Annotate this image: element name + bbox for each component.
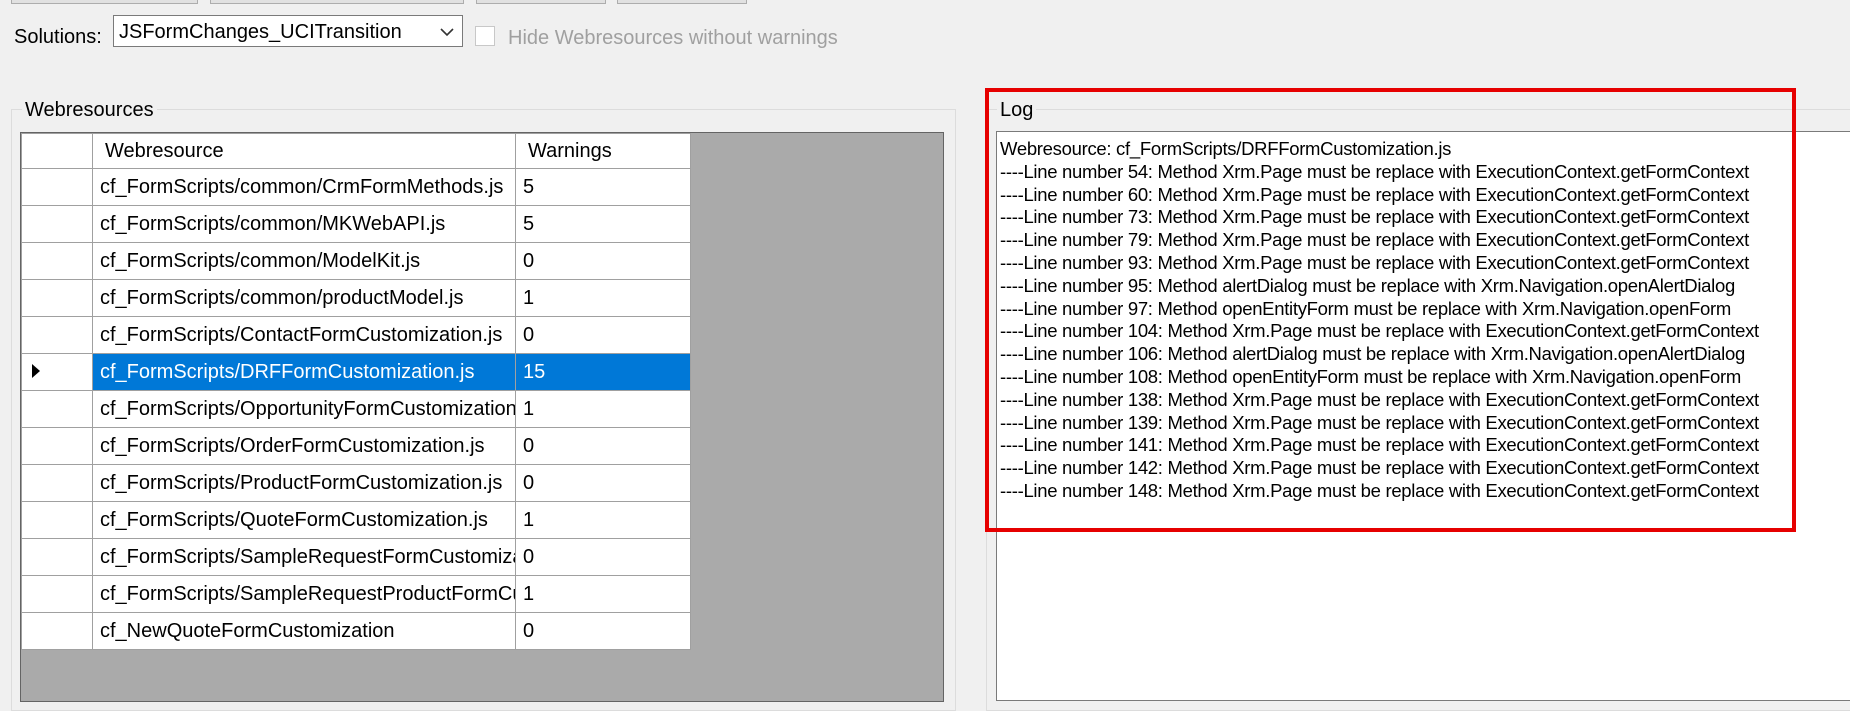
webresource-cell[interactable]: cf_FormScripts/common/MKWebAPI.js bbox=[92, 205, 516, 243]
log-line: ----Line number 60: Method Xrm.Page must… bbox=[1000, 183, 1749, 205]
table-row[interactable]: cf_FormScripts/common/productModel.js 1 bbox=[21, 279, 691, 317]
row-header[interactable] bbox=[21, 242, 93, 280]
log-line: Webresource: cf_FormScripts/DRFFormCusto… bbox=[1000, 138, 1452, 159]
row-header[interactable] bbox=[21, 464, 93, 502]
webresources-grid[interactable]: Webresource Warnings cf_FormScripts/comm… bbox=[20, 132, 944, 702]
row-header[interactable] bbox=[21, 205, 93, 243]
row-header[interactable] bbox=[21, 427, 93, 465]
column-header-webresource[interactable]: Webresource bbox=[92, 133, 516, 169]
log-line: ----Line number 138: Method Xrm.Page mus… bbox=[1000, 388, 1759, 410]
webresource-cell[interactable]: cf_FormScripts/common/CrmFormMethods.js bbox=[92, 168, 516, 206]
table-row[interactable]: cf_FormScripts/common/ModelKit.js 0 bbox=[21, 242, 691, 280]
toolbar-button-3[interactable] bbox=[476, 0, 606, 4]
row-header[interactable] bbox=[21, 390, 93, 428]
log-line: ----Line number 95: Method alertDialog m… bbox=[1000, 274, 1735, 296]
row-header[interactable] bbox=[21, 279, 93, 317]
hide-webresources-checkbox[interactable] bbox=[475, 26, 495, 46]
webresource-cell[interactable]: cf_FormScripts/SampleRequestProductFormC… bbox=[92, 575, 516, 613]
webresource-cell[interactable]: cf_NewQuoteFormCustomization bbox=[92, 612, 516, 650]
warnings-cell[interactable]: 0 bbox=[515, 242, 691, 280]
warnings-cell[interactable]: 1 bbox=[515, 390, 691, 428]
grid-corner-header bbox=[21, 133, 93, 169]
webresource-cell[interactable]: cf_FormScripts/ContactFormCustomization.… bbox=[92, 316, 516, 354]
table-row[interactable]: cf_FormScripts/common/MKWebAPI.js 5 bbox=[21, 205, 691, 243]
row-header[interactable] bbox=[21, 168, 93, 206]
chevron-down-icon bbox=[440, 28, 454, 37]
warnings-cell[interactable]: 0 bbox=[515, 427, 691, 465]
log-line: ----Line number 139: Method Xrm.Page mus… bbox=[1000, 411, 1759, 433]
log-line: ----Line number 141: Method Xrm.Page mus… bbox=[1000, 434, 1759, 456]
table-row[interactable]: cf_FormScripts/QuoteFormCustomization.js… bbox=[21, 501, 691, 539]
log-line: ----Line number 106: Method alertDialog … bbox=[1000, 343, 1745, 365]
warnings-cell[interactable]: 0 bbox=[515, 316, 691, 354]
solutions-label: Solutions: bbox=[14, 26, 102, 48]
warnings-cell[interactable]: 0 bbox=[515, 538, 691, 576]
warnings-cell[interactable]: 5 bbox=[515, 168, 691, 206]
hide-webresources-label: Hide Webresources without warnings bbox=[508, 27, 838, 49]
row-header[interactable] bbox=[21, 353, 93, 391]
row-header[interactable] bbox=[21, 612, 93, 650]
log-group-title: Log bbox=[997, 99, 1037, 121]
webresources-group-title: Webresources bbox=[22, 99, 157, 121]
warnings-cell[interactable]: 5 bbox=[515, 205, 691, 243]
toolbar-button-4[interactable] bbox=[617, 0, 747, 4]
webresource-cell[interactable]: cf_FormScripts/ProductFormCustomization.… bbox=[92, 464, 516, 502]
table-row[interactable]: cf_FormScripts/SampleRequestProductFormC… bbox=[21, 575, 691, 613]
warnings-cell[interactable]: 1 bbox=[515, 279, 691, 317]
table-row[interactable]: cf_FormScripts/DRFFormCustomization.js 15 bbox=[21, 353, 691, 391]
column-header-warnings[interactable]: Warnings bbox=[515, 133, 691, 169]
table-row[interactable]: cf_FormScripts/OrderFormCustomization.js… bbox=[21, 427, 691, 465]
table-row[interactable]: cf_FormScripts/ProductFormCustomization.… bbox=[21, 464, 691, 502]
log-line: ----Line number 93: Method Xrm.Page must… bbox=[1000, 251, 1749, 273]
table-row[interactable]: cf_FormScripts/OpportunityFormCustomizat… bbox=[21, 390, 691, 428]
solutions-dropdown[interactable]: JSFormChanges_UCITransition bbox=[113, 15, 463, 47]
log-line: ----Line number 148: Method Xrm.Page mus… bbox=[1000, 479, 1759, 501]
webresource-cell[interactable]: cf_FormScripts/SampleRequestFormCustomiz… bbox=[92, 538, 516, 576]
warnings-cell[interactable]: 1 bbox=[515, 575, 691, 613]
table-row[interactable]: cf_NewQuoteFormCustomization 0 bbox=[21, 612, 691, 650]
row-header[interactable] bbox=[21, 501, 93, 539]
log-line: ----Line number 79: Method Xrm.Page must… bbox=[1000, 229, 1749, 251]
warnings-cell[interactable]: 0 bbox=[515, 464, 691, 502]
row-header[interactable] bbox=[21, 316, 93, 354]
webresource-cell[interactable]: cf_FormScripts/OpportunityFormCustomizat… bbox=[92, 390, 516, 428]
grid-header-row: Webresource Warnings bbox=[21, 133, 691, 169]
warnings-cell[interactable]: 1 bbox=[515, 501, 691, 539]
webresource-cell[interactable]: cf_FormScripts/QuoteFormCustomization.js bbox=[92, 501, 516, 539]
table-row[interactable]: cf_FormScripts/SampleRequestFormCustomiz… bbox=[21, 538, 691, 576]
table-row[interactable]: cf_FormScripts/ContactFormCustomization.… bbox=[21, 316, 691, 354]
log-line: ----Line number 108: Method openEntityFo… bbox=[1000, 365, 1741, 387]
webresource-cell[interactable]: cf_FormScripts/common/productModel.js bbox=[92, 279, 516, 317]
log-line: ----Line number 54: Method Xrm.Page must… bbox=[1000, 160, 1749, 182]
log-line: ----Line number 104: Method Xrm.Page mus… bbox=[1000, 320, 1759, 342]
current-row-arrow-icon bbox=[32, 363, 40, 378]
toolbar-button-1[interactable] bbox=[11, 0, 198, 4]
webresource-cell[interactable]: cf_FormScripts/DRFFormCustomization.js bbox=[92, 353, 516, 391]
warnings-cell[interactable]: 0 bbox=[515, 612, 691, 650]
solutions-dropdown-value: JSFormChanges_UCITransition bbox=[119, 21, 402, 43]
row-header[interactable] bbox=[21, 538, 93, 576]
row-header[interactable] bbox=[21, 575, 93, 613]
log-line: ----Line number 73: Method Xrm.Page must… bbox=[1000, 206, 1749, 228]
table-row[interactable]: cf_FormScripts/common/CrmFormMethods.js 5 bbox=[21, 168, 691, 206]
warnings-cell[interactable]: 15 bbox=[515, 353, 691, 391]
log-line: ----Line number 142: Method Xrm.Page mus… bbox=[1000, 457, 1759, 479]
log-line: ----Line number 97: Method openEntityFor… bbox=[1000, 297, 1731, 319]
webresource-cell[interactable]: cf_FormScripts/OrderFormCustomization.js bbox=[92, 427, 516, 465]
toolbar-button-2[interactable] bbox=[210, 0, 464, 4]
log-textbox[interactable]: Webresource: cf_FormScripts/DRFFormCusto… bbox=[996, 131, 1850, 701]
webresource-cell[interactable]: cf_FormScripts/common/ModelKit.js bbox=[92, 242, 516, 280]
